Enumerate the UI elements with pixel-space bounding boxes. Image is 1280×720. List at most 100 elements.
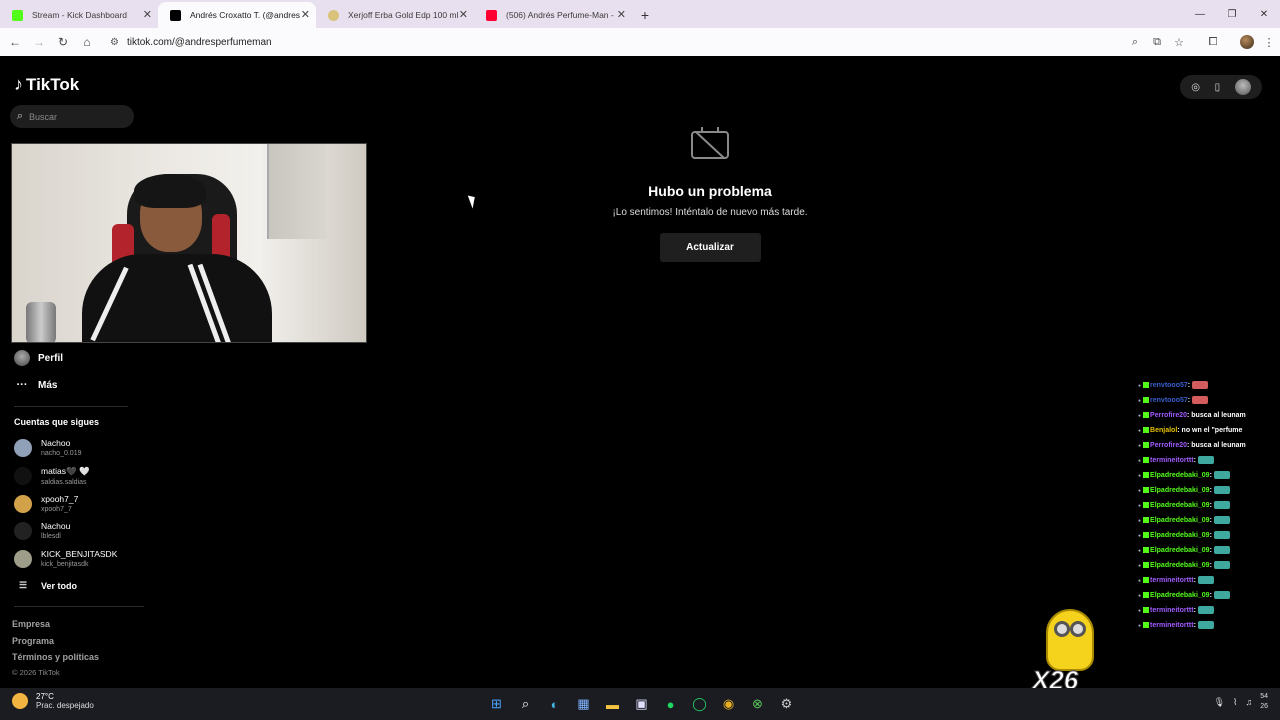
avatar — [14, 467, 32, 485]
mouse-cursor-icon — [467, 193, 479, 209]
tiktok-logo[interactable]: ♪ TikTok — [14, 74, 79, 95]
following-handle: nacho_0.019 — [41, 450, 82, 457]
new-tab-button[interactable]: + — [632, 2, 658, 28]
chat-message: ● termineitorttt: — [1138, 456, 1280, 466]
browser-toolbar: ← → ↻ ⌂ ⚙ tiktok.com/@andresperfumeman ⌕… — [0, 28, 1280, 56]
emote-icon — [1197, 576, 1214, 585]
chrome-icon[interactable]: ◉ — [714, 693, 743, 715]
tab-xerjoff-product[interactable]: Xerjoff Erba Gold Edp 100 ml | ✕ — [316, 2, 474, 28]
logo-text: TikTok — [26, 74, 80, 94]
address-bar[interactable]: ⚙ tiktok.com/@andresperfumeman — [104, 31, 1164, 53]
mic-icon[interactable]: 🎙 — [1214, 697, 1225, 708]
more-dots-icon: ··· — [16, 379, 28, 391]
whatsapp-icon[interactable]: ◯ — [685, 693, 714, 715]
taskbar-clock[interactable]: 54 26 — [1260, 692, 1268, 712]
install-app-icon[interactable]: ⧉ — [1146, 30, 1168, 54]
bookmark-star-icon[interactable]: ☆ — [1168, 30, 1190, 54]
taskbar-apps: ⊞ ⌕ ◐ ▦ ▬ ▣ ● ◯ ◉ ⊗ ⚙ — [482, 693, 801, 715]
menu-icon[interactable]: ⋮ — [1258, 30, 1280, 54]
goggle-icon — [1054, 621, 1070, 637]
chat-message: ● Perrofire20: busca al leunam — [1138, 412, 1246, 419]
tiktok-page: ♪ TikTok ⌕ Perfil ··· Más Cuentas que si… — [0, 58, 1280, 696]
following-name: KICK_BENJITASDK — [41, 549, 118, 559]
tab-kick-dashboard[interactable]: Stream - Kick Dashboard ✕ — [0, 2, 158, 28]
avatar — [14, 549, 32, 568]
following-item[interactable]: xpooh7_7 xpooh7_7 — [14, 494, 78, 513]
close-icon[interactable]: ✕ — [301, 8, 310, 21]
home-icon[interactable]: ⌂ — [75, 30, 99, 54]
close-icon[interactable]: ✕ — [459, 8, 468, 21]
chat-message: ● Elpadredebaki_09: — [1138, 591, 1280, 601]
file-explorer-icon[interactable]: ▬ — [598, 693, 627, 715]
search-input[interactable] — [29, 111, 124, 122]
footer-link-terms[interactable]: Términos y políticas — [12, 652, 99, 662]
explore-icon[interactable]: ◎ — [1191, 82, 1200, 93]
webcam-overlay — [11, 143, 367, 343]
following-item[interactable]: Nachoo nacho_0.019 — [14, 438, 81, 457]
footer-link-program[interactable]: Programa — [12, 636, 54, 646]
tab-tiktok-profile[interactable]: Andrés Croxatto T. (@andrespe ✕ — [158, 2, 316, 28]
nav-more-label: Más — [38, 379, 58, 391]
weather-temp: 27°C — [36, 692, 54, 701]
nav-profile[interactable]: Perfil — [14, 350, 63, 366]
profile-icon[interactable] — [1236, 30, 1258, 54]
clock-bottom: 26 — [1260, 703, 1268, 710]
emote-icon — [1197, 606, 1214, 615]
nav-more[interactable]: ··· Más — [14, 377, 58, 393]
close-icon[interactable]: ✕ — [143, 8, 152, 21]
footer-link-company[interactable]: Empresa — [12, 619, 50, 629]
chat-message: ● termineitorttt: — [1138, 621, 1280, 631]
see-all-label: Ver todo — [41, 580, 78, 591]
volume-icon[interactable]: ♫ — [1245, 697, 1252, 707]
system-tray: 🎙 ⌇ ♫ 54 26 — [1206, 692, 1268, 712]
avatar — [14, 438, 32, 457]
reload-icon[interactable]: ↻ — [51, 30, 75, 54]
tab-title: Stream - Kick Dashboard — [32, 10, 127, 20]
emote-icon — [1213, 486, 1230, 495]
emote-icon — [1213, 516, 1230, 525]
windows-taskbar: 27°C Prac. despejado ⊞ ⌕ ◐ ▦ ▬ ▣ ● ◯ ◉ ⊗… — [0, 688, 1280, 720]
restore-icon[interactable]: ❐ — [1216, 0, 1248, 28]
back-icon[interactable]: ← — [3, 30, 27, 54]
see-all-button[interactable]: ☰ Ver todo — [14, 580, 77, 591]
emote-icon — [1197, 621, 1214, 630]
following-handle: lblesdl — [41, 533, 61, 540]
close-window-icon[interactable]: ✕ — [1248, 0, 1280, 28]
chat-message: ● Elpadredebaki_09: — [1138, 546, 1280, 556]
forward-icon[interactable]: → — [27, 30, 51, 54]
minimize-icon[interactable]: — — [1184, 0, 1216, 28]
minion-sticker: X26 — [1028, 607, 1108, 696]
following-handle: saldias.saldias — [41, 479, 87, 486]
chat-message: ● renvtooo57: — [1138, 381, 1280, 391]
copyright: © 2026 TikTok — [12, 668, 60, 677]
xbox-icon[interactable]: ⊗ — [743, 693, 772, 715]
network-icon[interactable]: ⌇ — [1233, 697, 1237, 708]
device-icon[interactable]: ▯ — [1215, 82, 1221, 93]
clock-top: 54 — [1260, 693, 1268, 700]
spotify-icon[interactable]: ● — [656, 693, 685, 715]
edge-icon[interactable]: ◐ — [540, 693, 569, 715]
site-info-icon[interactable]: ⚙ — [110, 37, 119, 48]
weather-widget[interactable]: 27°C Prac. despejado — [12, 692, 94, 710]
search-icon[interactable]: ⌕ — [13, 110, 27, 123]
user-avatar[interactable] — [1234, 79, 1251, 95]
windows-start-icon[interactable]: ⊞ — [482, 693, 511, 715]
following-item[interactable]: matias🖤 🤍 saldias.saldias — [14, 466, 90, 486]
url-text[interactable]: tiktok.com/@andresperfumeman — [127, 37, 272, 48]
stream-chat-overlay: ● renvtooo57: ● renvtooo57: ● Perrofire20: … — [1138, 381, 1280, 636]
following-item[interactable]: Nachou lblesdl — [14, 521, 70, 540]
close-icon[interactable]: ✕ — [617, 8, 626, 21]
store-icon[interactable]: ▦ — [569, 693, 598, 715]
zoom-icon[interactable]: ⌕ — [1124, 30, 1146, 54]
error-title: Hubo un problema — [648, 183, 772, 199]
chat-message: ● renvtooo57: — [1138, 396, 1280, 406]
search-bar[interactable]: ⌕ — [10, 105, 134, 128]
following-item[interactable]: KICK_BENJITASDK kick_benjitasdk — [14, 549, 117, 568]
settings-icon[interactable]: ⚙ — [772, 693, 801, 715]
search-icon[interactable]: ⌕ — [511, 693, 540, 715]
extensions-icon[interactable]: ⧠ — [1202, 30, 1224, 54]
capture-icon[interactable]: ▣ — [627, 693, 656, 715]
refresh-button[interactable]: Actualizar — [659, 233, 761, 262]
tab-youtube[interactable]: (506) Andrés Perfume-Man - Yo ✕ — [474, 2, 632, 28]
avatar — [14, 521, 32, 540]
